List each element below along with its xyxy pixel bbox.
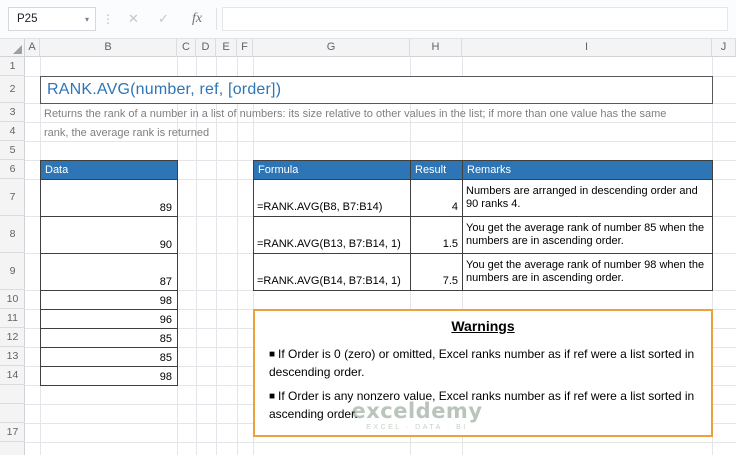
row-headers: 1 2 3 4 5 6 7 8 9 10 11 12 13 14 17 — [0, 57, 25, 455]
cancel-icon[interactable]: ✕ — [128, 0, 139, 38]
formula-cell[interactable]: =RANK.AVG(B14, B7:B14, 1) — [253, 253, 411, 291]
function-title-cell[interactable]: RANK.AVG(number, ref, [order]) — [40, 76, 713, 104]
row-header-14[interactable]: 14 — [0, 366, 25, 385]
row-header-17[interactable]: 17 — [0, 423, 25, 442]
bullet-square-icon: ■ — [269, 349, 276, 360]
row-header-11[interactable]: 11 — [0, 309, 25, 328]
formula-column-header-cell[interactable]: Formula — [253, 160, 411, 180]
drag-handle-icon: ⋮ — [102, 12, 114, 26]
column-header-F[interactable]: F — [237, 38, 253, 57]
excel-window: P25 ▾ ⋮ ✕ ✓ fx ABCDEFGHIJ 1 2 3 4 5 6 7 8 9 10 11 1… — [0, 0, 736, 455]
select-all-corner[interactable] — [0, 38, 25, 57]
sheet-grid: RANK.AVG(number, ref, [order]) Returns t… — [0, 0, 736, 455]
column-header-B[interactable]: B — [40, 38, 177, 57]
warning-item: ■ If Order is 0 (zero) or omitted, Excel … — [269, 346, 699, 381]
warning-text: If Order is any nonzero value, Excel ran… — [269, 389, 695, 421]
data-cell[interactable]: 89 — [40, 179, 178, 217]
bullet-square-icon: ■ — [269, 391, 276, 402]
remark-cell[interactable]: You get the average rank of number 98 wh… — [462, 253, 713, 291]
row-header-6[interactable]: 6 — [0, 160, 25, 179]
row-header-4[interactable]: 4 — [0, 122, 25, 141]
column-header-I[interactable]: I — [462, 38, 712, 57]
warnings-box[interactable]: exceldemy EXCEL · DATA · BI Warnings ■ If… — [253, 309, 713, 437]
column-header-J[interactable]: J — [712, 38, 736, 57]
column-header-C[interactable]: C — [177, 38, 196, 57]
column-headers: ABCDEFGHIJ — [0, 38, 736, 57]
formula-cell[interactable]: =RANK.AVG(B13, B7:B14, 1) — [253, 216, 411, 254]
data-cell[interactable]: 98 — [40, 290, 178, 310]
watermark-tagline: EXCEL · DATA · BI — [366, 424, 468, 431]
name-box-value: P25 — [17, 13, 38, 25]
formula-cell[interactable]: =RANK.AVG(B8, B7:B14) — [253, 179, 411, 217]
formula-bar-separator — [216, 8, 217, 30]
warning-text: If Order is 0 (zero) or omitted, Excel r… — [269, 347, 695, 379]
warning-item: ■ If Order is any nonzero value, Excel ra… — [269, 388, 699, 423]
row-header-blank-14[interactable] — [0, 385, 25, 404]
formula-bar: P25 ▾ ⋮ ✕ ✓ fx — [0, 0, 736, 39]
data-cell[interactable]: 85 — [40, 347, 178, 367]
column-header-H[interactable]: H — [410, 38, 462, 57]
row-header-12[interactable]: 12 — [0, 328, 25, 347]
column-header-E[interactable]: E — [216, 38, 237, 57]
remarks-column-header-cell[interactable]: Remarks — [462, 160, 713, 180]
data-cell[interactable]: 85 — [40, 328, 178, 348]
gridline — [25, 442, 736, 443]
column-header-A[interactable]: A — [25, 38, 40, 57]
row-header-2[interactable]: 2 — [0, 76, 25, 103]
result-cell[interactable]: 7.5 — [410, 253, 463, 291]
select-all-triangle-icon — [13, 45, 22, 54]
name-box-dropdown-icon[interactable]: ▾ — [85, 15, 89, 24]
row-header-13[interactable]: 13 — [0, 347, 25, 366]
warnings-title: Warnings — [451, 318, 515, 334]
enter-icon[interactable]: ✓ — [158, 0, 169, 38]
data-cell[interactable]: 96 — [40, 309, 178, 329]
column-header-D[interactable]: D — [196, 38, 216, 57]
row-header-blank-15[interactable] — [0, 404, 25, 423]
result-column-header-cell[interactable]: Result — [410, 160, 463, 180]
remark-cell[interactable]: Numbers are arranged in descending order… — [462, 179, 713, 217]
remark-cell[interactable]: You get the average rank of number 85 wh… — [462, 216, 713, 254]
row-header-8[interactable]: 8 — [0, 216, 25, 253]
column-header-G[interactable]: G — [253, 38, 410, 57]
row-header-3[interactable]: 3 — [0, 103, 25, 122]
formula-input[interactable] — [222, 7, 728, 31]
data-cell[interactable]: 98 — [40, 366, 178, 386]
data-cell[interactable]: 90 — [40, 216, 178, 254]
name-box[interactable]: P25 ▾ — [8, 7, 96, 31]
row-header-1[interactable]: 1 — [0, 57, 25, 76]
row-header-7[interactable]: 7 — [0, 179, 25, 216]
row-header-5[interactable]: 5 — [0, 141, 25, 160]
data-column-header-cell[interactable]: Data — [40, 160, 178, 180]
row-header-10[interactable]: 10 — [0, 290, 25, 309]
result-cell[interactable]: 1.5 — [410, 216, 463, 254]
data-cell[interactable]: 87 — [40, 253, 178, 291]
result-cell[interactable]: 4 — [410, 179, 463, 217]
insert-function-icon[interactable]: fx — [192, 0, 202, 38]
function-description[interactable]: Returns the rank of a number in a list o… — [44, 105, 672, 142]
row-header-9[interactable]: 9 — [0, 253, 25, 290]
